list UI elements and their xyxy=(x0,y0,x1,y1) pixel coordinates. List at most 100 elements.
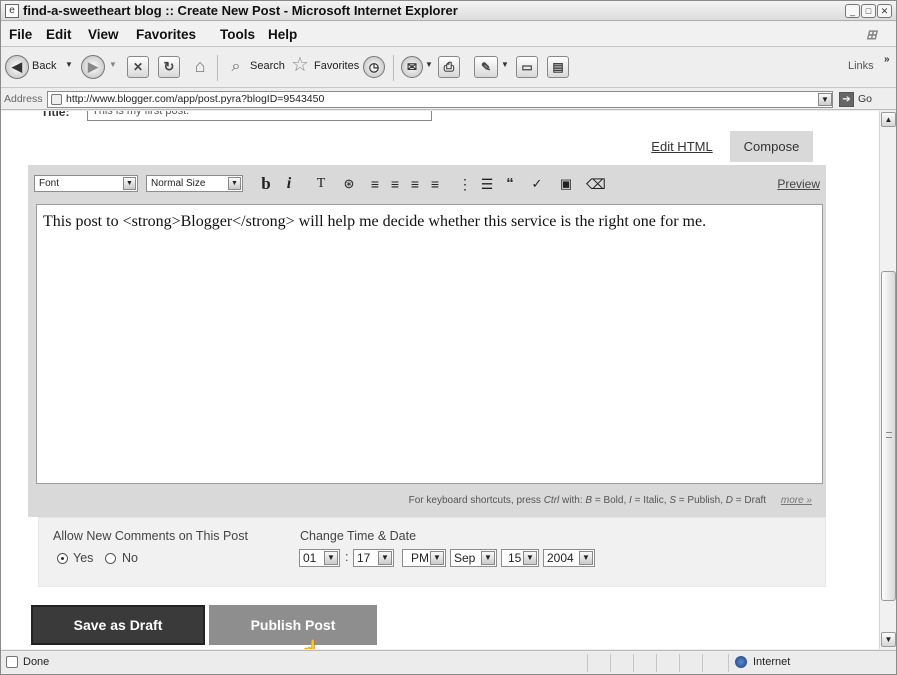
shortcut-i-text: = Italic, xyxy=(634,495,667,506)
security-zone: Internet xyxy=(753,656,791,668)
scroll-down-icon[interactable]: ▼ xyxy=(881,632,896,647)
favorites-star-icon[interactable]: ☆ xyxy=(288,54,312,78)
menu-file[interactable]: File xyxy=(9,27,32,42)
research-icon[interactable]: ▤ xyxy=(547,56,569,78)
status-divider xyxy=(656,654,657,672)
address-dropdown-icon[interactable]: ▼ xyxy=(818,93,832,106)
minimize-button[interactable]: _ xyxy=(845,4,860,18)
scroll-up-icon[interactable]: ▲ xyxy=(881,112,896,127)
year-select[interactable]: 2004 ▼ xyxy=(543,549,595,567)
mail-icon[interactable]: ✉ xyxy=(401,56,423,78)
month-select[interactable]: Sep ▼ xyxy=(450,549,497,567)
home-icon[interactable]: ⌂ xyxy=(188,55,212,79)
forward-arrow-icon[interactable]: ▶ xyxy=(81,55,105,79)
refresh-icon[interactable]: ↻ xyxy=(158,56,180,78)
close-button[interactable]: ✕ xyxy=(877,4,892,18)
search-icon[interactable]: ⌕ xyxy=(225,56,247,78)
bold-icon[interactable]: b xyxy=(258,175,274,193)
address-bar: Address http://www.blogger.com/app/post.… xyxy=(1,89,896,110)
shortcut-b-text: = Bold, xyxy=(594,495,627,506)
minute-select[interactable]: 17 ▼ xyxy=(353,549,394,567)
comments-no-label[interactable]: No xyxy=(122,551,138,565)
menu-edit[interactable]: Edit xyxy=(46,27,72,42)
formatting-toolbar: Font ▼ Normal Size ▼ b i T ⊛ ≡ ≡ ≡ ≡ ⋮ ☰… xyxy=(28,165,826,199)
scroll-thumb[interactable] xyxy=(881,271,896,601)
preview-link[interactable]: Preview xyxy=(777,177,820,191)
month-value: Sep xyxy=(454,551,476,565)
link-icon[interactable]: ⊛ xyxy=(340,175,358,193)
chevron-down-icon: ▼ xyxy=(579,551,593,565)
favorites-label[interactable]: Favorites xyxy=(314,60,359,72)
back-label[interactable]: Back xyxy=(32,60,56,72)
print-icon[interactable]: ⎙ xyxy=(438,56,460,78)
blockquote-icon[interactable]: “ xyxy=(501,175,519,193)
status-divider xyxy=(702,654,703,672)
status-bar: Done Internet xyxy=(1,650,896,674)
discuss-icon[interactable]: ▭ xyxy=(516,56,538,78)
maximize-button[interactable]: □ xyxy=(861,4,876,18)
numbered-list-icon[interactable]: ⋮ xyxy=(456,175,474,193)
minute-value: 17 xyxy=(357,551,371,565)
tab-edit-html[interactable]: Edit HTML xyxy=(637,131,727,162)
back-dropdown-icon[interactable]: ▼ xyxy=(65,60,73,69)
day-select[interactable]: 15 ▼ xyxy=(501,549,539,567)
history-icon[interactable]: ◷ xyxy=(363,56,385,78)
publish-post-button[interactable]: Publish Post xyxy=(209,605,377,645)
post-title-input[interactable]: This is my first post. xyxy=(87,111,432,121)
tab-compose[interactable]: Compose xyxy=(730,131,813,162)
status-divider xyxy=(633,654,634,672)
align-left-icon[interactable]: ≡ xyxy=(366,175,384,193)
address-input[interactable]: http://www.blogger.com/app/post.pyra?blo… xyxy=(47,91,833,108)
menu-tools[interactable]: Tools xyxy=(220,27,255,42)
menu-help[interactable]: Help xyxy=(268,27,297,42)
shortcut-d-text: = Draft xyxy=(735,495,767,506)
links-label[interactable]: Links xyxy=(848,60,874,72)
chevron-down-icon: ▼ xyxy=(228,177,241,190)
align-right-icon[interactable]: ≡ xyxy=(406,175,424,193)
go-label[interactable]: Go xyxy=(858,93,872,105)
post-body-editor[interactable]: This post to <strong>Blogger</strong> wi… xyxy=(36,204,823,484)
search-label[interactable]: Search xyxy=(250,60,285,72)
shortcut-b-key: B xyxy=(585,495,593,506)
comments-no-radio[interactable] xyxy=(105,553,116,564)
align-center-icon[interactable]: ≡ xyxy=(386,175,404,193)
year-value: 2004 xyxy=(547,551,574,565)
address-url[interactable]: http://www.blogger.com/app/post.pyra?blo… xyxy=(66,93,324,105)
vertical-scrollbar[interactable]: ▲ ▼ xyxy=(879,111,896,649)
ampm-select[interactable]: PM ▼ xyxy=(402,549,446,567)
stop-icon[interactable]: ✕ xyxy=(127,56,149,78)
eraser-icon[interactable]: ⌫ xyxy=(586,175,606,193)
toolbar-overflow-icon[interactable]: » xyxy=(884,54,890,65)
shortcuts-mid: with: xyxy=(562,495,583,506)
menu-view[interactable]: View xyxy=(88,27,119,42)
comments-yes-radio[interactable] xyxy=(57,553,68,564)
forward-dropdown-icon[interactable]: ▼ xyxy=(109,60,117,69)
save-draft-button[interactable]: Save as Draft xyxy=(31,605,205,645)
go-arrow-icon[interactable]: ➔ xyxy=(839,92,854,107)
comments-label: Allow New Comments on This Post xyxy=(53,529,248,543)
hour-select[interactable]: 01 ▼ xyxy=(299,549,340,567)
comments-yes-label[interactable]: Yes xyxy=(73,551,93,565)
status-divider xyxy=(679,654,680,672)
shortcuts-more-link[interactable]: more » xyxy=(781,495,812,506)
text-color-icon[interactable]: T xyxy=(311,175,331,193)
font-select[interactable]: Font ▼ xyxy=(34,175,138,192)
size-select-value: Normal Size xyxy=(151,178,206,189)
size-select[interactable]: Normal Size ▼ xyxy=(146,175,243,192)
chevron-down-icon: ▼ xyxy=(324,551,338,565)
edit-page-icon[interactable]: ✎ xyxy=(474,56,498,78)
address-label: Address xyxy=(4,93,43,105)
spellcheck-icon[interactable]: ✓ xyxy=(528,175,546,193)
align-justify-icon[interactable]: ≡ xyxy=(426,175,444,193)
italic-icon[interactable]: i xyxy=(282,175,296,193)
bullet-list-icon[interactable]: ☰ xyxy=(478,175,496,193)
chevron-down-icon: ▼ xyxy=(430,551,444,565)
mail-dropdown-icon[interactable]: ▼ xyxy=(425,60,433,69)
menu-favorites[interactable]: Favorites xyxy=(136,27,196,42)
status-text: Done xyxy=(23,656,50,668)
edit-dropdown-icon[interactable]: ▼ xyxy=(501,60,509,69)
scroll-grip-icon xyxy=(886,432,892,438)
back-arrow-icon[interactable]: ◀ xyxy=(5,55,29,79)
image-icon[interactable]: ▣ xyxy=(557,175,575,193)
shortcut-s-text: = Publish, xyxy=(678,495,723,506)
